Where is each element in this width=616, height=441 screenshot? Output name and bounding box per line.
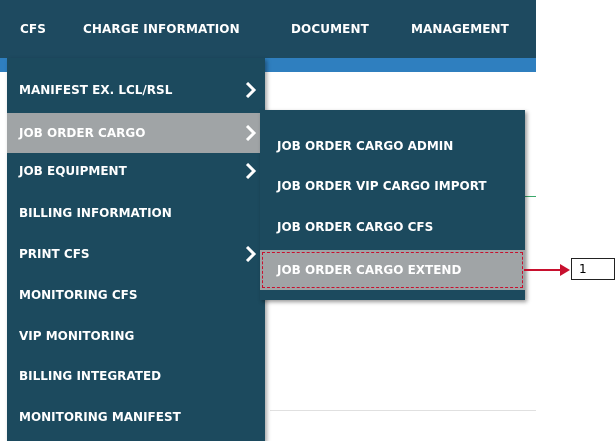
chevron-right-icon: [245, 246, 257, 262]
top-navbar: CFS CHARGE INFORMATION DOCUMENT MANAGEME…: [0, 0, 536, 72]
menu-item-label: MANIFEST EX. LCL/RSL: [19, 83, 173, 97]
menu-item-label: JOB EQUIPMENT: [19, 164, 127, 178]
menu-item-monitoring-cfs[interactable]: MONITORING CFS: [7, 275, 265, 315]
menu-item-job-equipment[interactable]: JOB EQUIPMENT: [7, 151, 265, 191]
nav-cfs[interactable]: CFS: [20, 22, 46, 36]
menu-item-vip-monitoring[interactable]: VIP MONITORING: [7, 316, 265, 356]
nav-document[interactable]: DOCUMENT: [291, 22, 369, 36]
submenu-item-job-order-vip-cargo-import[interactable]: JOB ORDER VIP CARGO IMPORT: [260, 165, 525, 207]
menu-item-monitoring-manifest[interactable]: MONITORING MANIFEST: [7, 397, 265, 437]
chevron-right-icon: [245, 82, 257, 98]
menu-item-manifest-ex[interactable]: MANIFEST EX. LCL/RSL: [7, 70, 265, 110]
chevron-right-icon: [245, 125, 257, 141]
menu-item-print-cfs[interactable]: PRINT CFS: [7, 234, 265, 274]
submenu-item-label: JOB ORDER CARGO CFS: [277, 220, 434, 234]
menu-item-billing-information[interactable]: BILLING INFORMATION: [7, 193, 265, 233]
menu-item-billing-integrated[interactable]: BILLING INTEGRATED: [7, 356, 265, 396]
cfs-dropdown-menu: MANIFEST EX. LCL/RSL JOB ORDER CARGO JOB…: [7, 58, 265, 441]
callout-number: 1: [579, 262, 587, 276]
menu-item-label: BILLING INFORMATION: [19, 206, 172, 220]
menu-item-label: JOB ORDER CARGO: [19, 126, 146, 140]
menu-item-label: BILLING INTEGRATED: [19, 369, 162, 383]
menu-item-label: MONITORING CFS: [19, 288, 138, 302]
submenu-item-job-order-cargo-cfs[interactable]: JOB ORDER CARGO CFS: [260, 206, 525, 248]
submenu-item-label: JOB ORDER CARGO ADMIN: [277, 139, 454, 153]
menu-item-label: PRINT CFS: [19, 247, 90, 261]
chevron-right-icon: [245, 163, 257, 179]
menu-item-label: VIP MONITORING: [19, 329, 135, 343]
nav-management[interactable]: MANAGEMENT: [411, 22, 509, 36]
submenu-item-job-order-cargo-admin[interactable]: JOB ORDER CARGO ADMIN: [260, 125, 525, 167]
callout-number-box: 1: [571, 258, 615, 280]
highlight-dashed-box: [262, 252, 523, 288]
menu-item-job-order-cargo[interactable]: JOB ORDER CARGO: [7, 113, 265, 153]
content-divider: [270, 410, 536, 411]
callout-arrow-head-icon: [560, 264, 570, 276]
nav-charge-information[interactable]: CHARGE INFORMATION: [83, 22, 240, 36]
menu-item-label: MONITORING MANIFEST: [19, 410, 181, 424]
submenu-item-label: JOB ORDER VIP CARGO IMPORT: [277, 179, 487, 193]
